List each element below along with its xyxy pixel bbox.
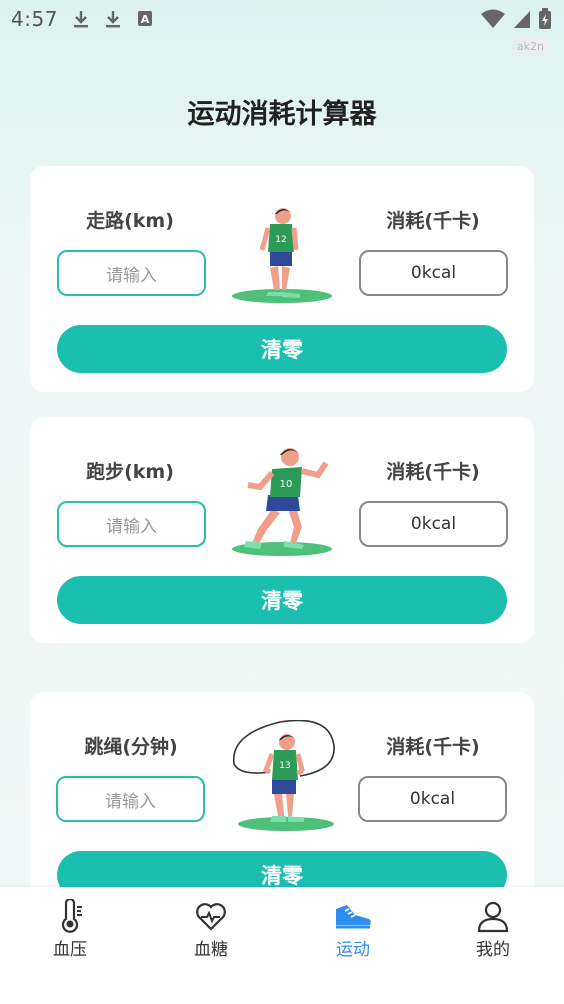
nav-item-exercise[interactable]: 运动 (303, 899, 403, 960)
calorie-result: 0kcal (359, 250, 508, 296)
status-bar: 4:57 A (0, 0, 564, 38)
person-icon (477, 901, 509, 933)
download-icon (106, 11, 120, 28)
running-card: 跑步(km) 消耗(千卡) 请输入 0kcal 10 清零 (30, 417, 534, 643)
result-label: 消耗(千卡) (386, 210, 480, 232)
wifi-icon (481, 9, 505, 28)
activity-label: 跳绳(分钟) (84, 736, 178, 758)
distance-input[interactable]: 请输入 (57, 250, 206, 296)
nav-item-profile[interactable]: 我的 (443, 899, 543, 960)
running-figure-icon: 10 (232, 448, 332, 556)
heart-pulse-icon (196, 903, 226, 931)
distance-input[interactable]: 请输入 (57, 501, 206, 547)
nav-label: 血糖 (194, 940, 228, 960)
app-a-icon: A (138, 11, 152, 26)
result-label: 消耗(千卡) (386, 736, 480, 758)
system-icons (480, 8, 552, 30)
calorie-result: 0kcal (358, 776, 507, 822)
status-time: 4:57 (11, 7, 58, 31)
debug-tag: ak2n (512, 38, 548, 55)
nav-label: 血压 (53, 940, 87, 960)
clear-button[interactable]: 清零 (57, 576, 507, 624)
result-label: 消耗(千卡) (386, 461, 480, 483)
sneaker-icon (336, 905, 371, 929)
clear-button[interactable]: 清零 (57, 325, 507, 373)
svg-text:A: A (141, 13, 150, 26)
bottom-nav: 血压 血糖 运动 我的 (0, 887, 564, 1004)
page-title: 运动消耗计算器 (187, 99, 377, 130)
svg-text:13: 13 (279, 761, 290, 771)
walking-figure-icon: 12 (232, 208, 332, 303)
activity-label: 跑步(km) (86, 461, 174, 483)
nav-item-blood-pressure[interactable]: 血压 (20, 899, 120, 960)
nav-label: 运动 (336, 940, 370, 960)
calorie-result: 0kcal (359, 501, 508, 547)
signal-icon (514, 11, 530, 28)
activity-label: 走路(km) (86, 210, 174, 232)
walking-card: 走路(km) 消耗(千卡) 请输入 0kcal 12 清零 (30, 166, 534, 392)
nav-label: 我的 (476, 940, 510, 960)
svg-text:10: 10 (280, 479, 293, 490)
battery-icon (539, 8, 551, 29)
thermometer-icon (61, 899, 82, 933)
jump-rope-figure-icon: 13 (232, 720, 335, 831)
notification-icons: A (70, 8, 156, 30)
download-icon (74, 11, 88, 28)
duration-input[interactable]: 请输入 (56, 776, 205, 822)
nav-item-blood-sugar[interactable]: 血糖 (161, 899, 261, 960)
svg-text:12: 12 (275, 235, 286, 245)
